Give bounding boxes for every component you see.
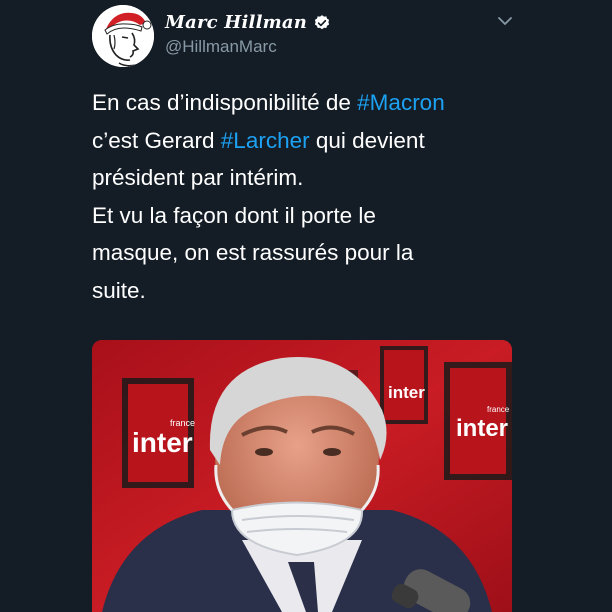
logo-text: inter bbox=[388, 383, 425, 402]
radio-logo-right: france inter bbox=[444, 362, 512, 480]
author-handle[interactable]: @HillmanMarc bbox=[165, 37, 277, 57]
logo-text: inter bbox=[132, 427, 193, 458]
tweet: Marc Hillman @HillmanMarc En cas d’indis… bbox=[0, 0, 612, 612]
text-segment: qui devient bbox=[309, 127, 425, 153]
radio-logo-left: france inter bbox=[122, 378, 195, 488]
tweet-text: En cas d’indisponibilité de #Macron c’es… bbox=[92, 84, 522, 310]
verified-badge-icon bbox=[314, 14, 330, 29]
logo-text-small: france bbox=[487, 405, 510, 414]
hashtag-link[interactable]: #Larcher bbox=[221, 128, 310, 153]
santa-hat-head-drawing bbox=[92, 5, 154, 67]
tweet-media-image[interactable]: france inter inter france inter bbox=[92, 340, 512, 612]
text-segment: En cas d’indisponibilité de bbox=[92, 90, 358, 115]
tweet-text-line: c’est Gerard #Larcher qui devient bbox=[92, 122, 522, 160]
tweet-text-line: suite. bbox=[92, 277, 146, 303]
tweet-text-line: masque, on est rassurés pour la bbox=[92, 240, 414, 266]
tweet-text-line: Et vu la façon dont il porte le bbox=[92, 202, 376, 228]
hashtag-link[interactable]: #Macron bbox=[357, 90, 445, 115]
chevron-down-icon[interactable] bbox=[496, 14, 514, 28]
media-photo: france inter inter france inter bbox=[92, 340, 512, 612]
tweet-text-line: En cas d’indisponibilité de #Macron bbox=[92, 84, 522, 122]
author-display-name[interactable]: Marc Hillman bbox=[165, 12, 307, 33]
tweet-text-line: président par intérim. bbox=[92, 165, 304, 191]
text-segment: c’est Gerard bbox=[92, 127, 221, 153]
author-name-row: Marc Hillman bbox=[165, 12, 331, 33]
logo-text: inter bbox=[456, 415, 508, 442]
avatar[interactable] bbox=[92, 5, 154, 67]
